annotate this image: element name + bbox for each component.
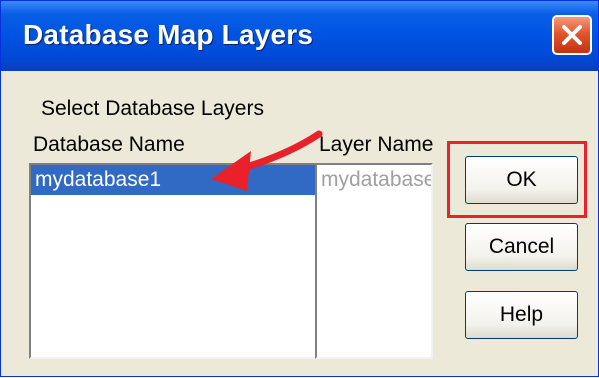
- red-arrow-icon: [211, 130, 323, 191]
- dialog-window: Database Map Layers Select Database Laye…: [0, 0, 599, 377]
